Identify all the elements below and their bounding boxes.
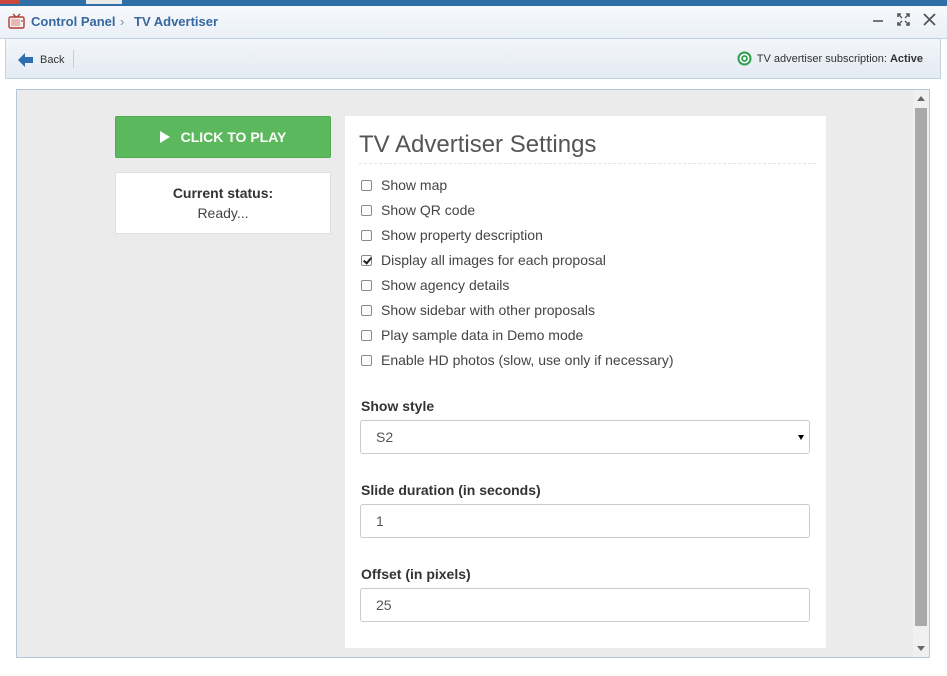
breadcrumb-tv-advertiser: TV Advertiser [134, 14, 219, 29]
subscription-label: TV advertiser subscription: [756, 52, 887, 65]
back-button[interactable]: Back [18, 51, 64, 69]
option-label: Play sample data in Demo mode [381, 327, 584, 343]
status-label: Current status: [172, 185, 274, 201]
checkbox-checked[interactable] [361, 254, 372, 266]
tab-fragment [86, 0, 122, 4]
offset-label: Offset (in pixels) [361, 566, 471, 582]
toolbar: Back TV advertiser subscription: Active [5, 38, 941, 79]
slide-duration-value: 1 [376, 513, 384, 529]
option-label: Show map [381, 177, 448, 193]
minimize-button[interactable] [868, 12, 888, 32]
option-show-qr-code[interactable]: Show QR code [361, 200, 475, 220]
minimize-icon [873, 20, 883, 22]
slide-duration-input[interactable]: 1 [360, 504, 810, 538]
toolbar-divider [73, 50, 74, 68]
checkbox[interactable] [361, 329, 372, 341]
checkbox[interactable] [361, 229, 372, 241]
breadcrumb-separator: › [120, 14, 125, 29]
option-show-sidebar[interactable]: Show sidebar with other proposals [361, 300, 595, 320]
back-arrow-icon [18, 53, 33, 67]
offset-value: 25 [376, 597, 392, 613]
scroll-up-arrow-icon[interactable] [917, 96, 925, 101]
taskbar-fragment [0, 0, 20, 4]
settings-title: TV Advertiser Settings [359, 131, 597, 158]
subscription-value: Active [889, 52, 923, 65]
option-label: Enable HD photos (slow, use only if nece… [381, 352, 674, 368]
maximize-button[interactable] [893, 12, 913, 32]
close-icon [922, 13, 936, 26]
close-button[interactable] [919, 12, 939, 32]
play-icon [159, 131, 170, 143]
breadcrumb-control-panel[interactable]: Control Panel [31, 14, 116, 29]
show-style-label: Show style [361, 398, 435, 414]
settings-panel: TV Advertiser Settings Show map Show QR … [345, 116, 826, 648]
checkbox[interactable] [361, 179, 372, 191]
play-label: CLICK TO PLAY [180, 129, 287, 145]
checkbox[interactable] [361, 304, 372, 316]
option-demo-mode[interactable]: Play sample data in Demo mode [361, 325, 583, 345]
option-display-all-images[interactable]: Display all images for each proposal [361, 250, 606, 270]
status-value: Ready... [197, 205, 249, 221]
offset-input[interactable]: 25 [360, 588, 810, 622]
title-bar: Control Panel › TV Advertiser [0, 6, 947, 39]
checkbox[interactable] [361, 204, 372, 216]
tv-icon [8, 13, 25, 29]
option-label: Show QR code [381, 202, 476, 218]
option-label: Show agency details [381, 277, 510, 293]
dropdown-caret-icon [798, 435, 804, 440]
scroll-down-arrow-icon[interactable] [917, 646, 925, 651]
status-card: Current status: Ready... [115, 172, 331, 234]
maximize-icon [896, 13, 910, 26]
checkbox[interactable] [361, 354, 372, 366]
checkbox[interactable] [361, 279, 372, 291]
show-style-value: S2 [376, 429, 394, 445]
scrollbar-thumb[interactable] [915, 108, 927, 626]
option-label: Show sidebar with other proposals [381, 302, 596, 318]
option-label: Display all images for each proposal [381, 252, 606, 268]
option-show-property-description[interactable]: Show property description [361, 225, 543, 245]
content-frame: CLICK TO PLAY Current status: Ready... T… [16, 89, 930, 658]
back-label: Back [40, 54, 65, 66]
active-status-icon [737, 51, 752, 66]
show-style-select[interactable]: S2 [360, 420, 810, 454]
slide-duration-label: Slide duration (in seconds) [361, 482, 541, 498]
title-divider [359, 163, 816, 164]
option-show-map[interactable]: Show map [361, 175, 447, 195]
click-to-play-button[interactable]: CLICK TO PLAY [115, 116, 331, 158]
option-label: Show property description [381, 227, 543, 243]
option-show-agency-details[interactable]: Show agency details [361, 275, 509, 295]
subscription-status: TV advertiser subscription: Active [737, 51, 923, 66]
vertical-scrollbar[interactable] [913, 90, 929, 657]
option-hd-photos[interactable]: Enable HD photos (slow, use only if nece… [361, 350, 674, 370]
